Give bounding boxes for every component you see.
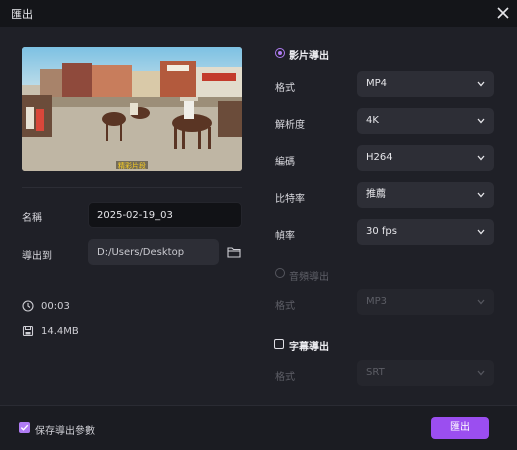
subtitle-export-checkbox[interactable] [274,339,284,349]
format-value: MP4 [366,78,388,89]
resolution-label: 解析度 [275,120,305,131]
bitrate-label: 比特率 [275,194,305,205]
format-select[interactable]: MP4 [357,71,494,97]
export-path-field[interactable]: D:/Users/Desktop [88,239,219,265]
subtitle-format-label: 格式 [275,372,295,383]
encoder-select[interactable]: H264 [357,145,494,171]
folder-icon[interactable] [227,246,241,258]
chevron-down-icon [477,118,485,124]
subtitle-export-title: 字幕導出 [289,342,329,353]
resolution-select[interactable]: 4K [357,108,494,134]
framerate-value: 30 fps [366,226,397,237]
export-button[interactable]: 匯出 [431,417,489,439]
audio-format-select[interactable]: MP3 [357,289,494,315]
framerate-label: 幀率 [275,231,295,242]
chevron-down-icon [477,299,485,305]
chevron-down-icon [477,81,485,87]
audio-format-label: 格式 [275,301,295,312]
bitrate-select[interactable]: 推薦 [357,182,494,208]
chevron-down-icon [477,370,485,376]
encoder-value: H264 [366,152,393,163]
save-params-label: 保存導出參數 [35,426,95,437]
framerate-select[interactable]: 30 fps [357,219,494,245]
resolution-value: 4K [366,115,379,126]
audio-export-title: 音頻導出 [289,272,329,283]
format-label: 格式 [275,83,295,94]
chevron-down-icon [477,229,485,235]
clock-icon [22,300,34,312]
video-export-title: 影片導出 [289,51,329,62]
title-bar: 匯出 [0,0,517,27]
encoder-label: 編碼 [275,157,295,168]
export-to-label: 導出到 [22,251,52,262]
save-params-checkbox[interactable] [19,422,30,433]
subtitle-format-select[interactable]: SRT [357,360,494,386]
close-icon[interactable] [495,5,511,21]
audio-export-radio[interactable] [275,268,285,278]
preview-subtitle: 精彩片段 [118,161,146,170]
duration-value: 00:03 [41,301,70,312]
video-export-radio[interactable] [275,48,285,58]
bitrate-value: 推薦 [366,189,386,200]
video-preview: 精彩片段 [22,47,242,171]
audio-format-value: MP3 [366,296,388,307]
name-label: 名稱 [22,213,42,224]
file-size-icon [22,325,34,337]
check-icon [20,424,29,431]
divider [22,187,242,188]
name-input[interactable]: 2025-02-19_03 [88,202,242,228]
subtitle-format-value: SRT [366,367,385,378]
chevron-down-icon [477,155,485,161]
file-size-value: 14.4MB [41,326,79,337]
window-title: 匯出 [11,8,33,21]
chevron-down-icon [477,192,485,198]
